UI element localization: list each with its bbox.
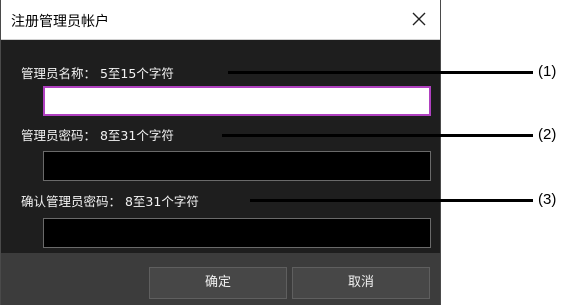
callout-label-2: (2) <box>538 126 557 143</box>
dialog-title: 注册管理员帐户 <box>11 14 109 30</box>
ok-button[interactable]: 确定 <box>149 267 287 299</box>
callout-label-1: (1) <box>538 63 557 80</box>
cancel-button[interactable]: 取消 <box>292 267 430 299</box>
admin-password-input[interactable] <box>43 151 431 181</box>
admin-name-label: 管理员名称： 5至15个字符 <box>21 66 174 81</box>
admin-name-input[interactable] <box>43 86 431 116</box>
confirm-password-input[interactable] <box>43 218 431 248</box>
close-icon <box>412 12 426 26</box>
admin-password-label: 管理员密码： 8至31个字符 <box>21 128 174 143</box>
callout-line-1 <box>228 71 533 74</box>
callout-label-3: (3) <box>538 191 557 208</box>
callout-line-3 <box>250 199 533 202</box>
close-button[interactable] <box>406 6 432 32</box>
confirm-password-label: 确认管理员密码： 8至31个字符 <box>21 194 199 209</box>
register-admin-dialog: 注册管理员帐户 管理员名称： 5至15个字符 管理员密码： 8至31个字符 确认… <box>0 0 441 305</box>
callout-line-2 <box>222 134 533 137</box>
title-bar: 注册管理员帐户 <box>1 0 440 40</box>
